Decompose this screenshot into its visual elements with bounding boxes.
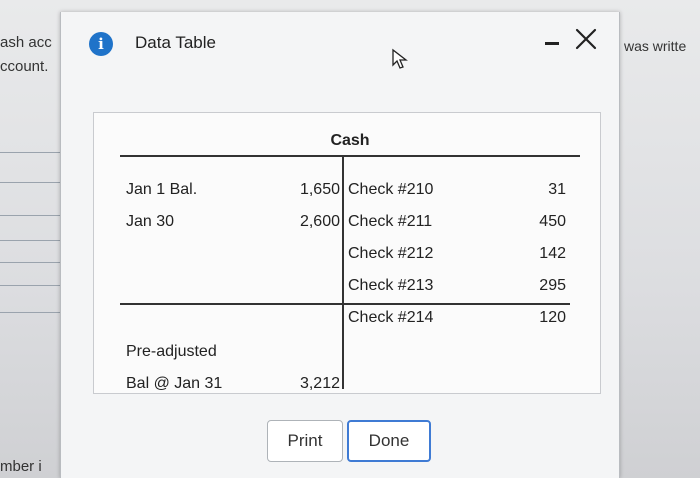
background-text: ash acc bbox=[0, 34, 52, 51]
done-button[interactable]: Done bbox=[347, 420, 431, 462]
balance-label: Pre-adjusted bbox=[126, 343, 217, 360]
balance-amount: 3,212 bbox=[299, 375, 340, 392]
debit-amount: 2,600 bbox=[299, 213, 340, 230]
credit-amount: 120 bbox=[539, 309, 566, 326]
credit-label: Check #211 bbox=[348, 213, 433, 230]
table-row: Jan 1 Bal. 1,650 Check #210 31 bbox=[120, 181, 580, 205]
background-divider bbox=[0, 152, 64, 153]
close-icon[interactable] bbox=[573, 26, 599, 52]
dialog-titlebar: i Data Table bbox=[61, 12, 619, 74]
dialog-title: Data Table bbox=[135, 33, 216, 52]
table-row: Jan 30 2,600 Check #211 450 bbox=[120, 213, 580, 237]
credit-label: Check #210 bbox=[348, 181, 434, 198]
table-row: Check #213 295 bbox=[120, 277, 580, 301]
cash-t-account: Cash Jan 1 Bal. 1,650 Check #210 31 Jan … bbox=[120, 129, 580, 392]
background-text: mber i bbox=[0, 458, 42, 475]
credit-amount: 31 bbox=[548, 181, 566, 198]
print-button[interactable]: Print bbox=[267, 420, 343, 462]
table-row: Check #212 142 bbox=[120, 245, 580, 269]
account-title: Cash bbox=[330, 132, 370, 149]
table-row: Check #214 120 bbox=[120, 309, 580, 333]
background-divider bbox=[0, 312, 64, 313]
credit-label: Check #213 bbox=[348, 277, 434, 294]
debit-label: Jan 30 bbox=[126, 213, 175, 230]
table-row: Pre-adjusted bbox=[120, 343, 580, 367]
mouse-cursor-icon bbox=[392, 48, 408, 69]
t-account-subtotal-rule bbox=[120, 303, 570, 305]
credit-amount: 295 bbox=[539, 277, 566, 294]
background-text: ccount. bbox=[0, 58, 49, 75]
background-divider bbox=[0, 182, 64, 183]
background-divider bbox=[0, 285, 64, 286]
credit-amount: 142 bbox=[539, 245, 566, 262]
credit-label: Check #212 bbox=[348, 245, 434, 262]
debit-label: Jan 1 Bal. bbox=[126, 181, 198, 198]
info-icon: i bbox=[89, 32, 113, 56]
debit-amount: 1,650 bbox=[299, 181, 340, 198]
data-table-panel: Cash Jan 1 Bal. 1,650 Check #210 31 Jan … bbox=[93, 112, 601, 394]
balance-label: Bal @ Jan 31 bbox=[126, 375, 223, 392]
t-account-top-rule bbox=[120, 155, 580, 157]
credit-amount: 450 bbox=[539, 213, 566, 230]
background-divider bbox=[0, 240, 64, 241]
minimize-icon[interactable] bbox=[545, 42, 559, 45]
credit-label: Check #214 bbox=[348, 309, 434, 326]
table-row: Bal @ Jan 31 3,212 bbox=[120, 375, 580, 399]
background-divider bbox=[0, 215, 64, 216]
background-text: was writte bbox=[624, 38, 687, 54]
data-table-dialog: i Data Table Cash Jan 1 Bal. 1,650 Check… bbox=[60, 12, 620, 478]
background-divider bbox=[0, 262, 64, 263]
